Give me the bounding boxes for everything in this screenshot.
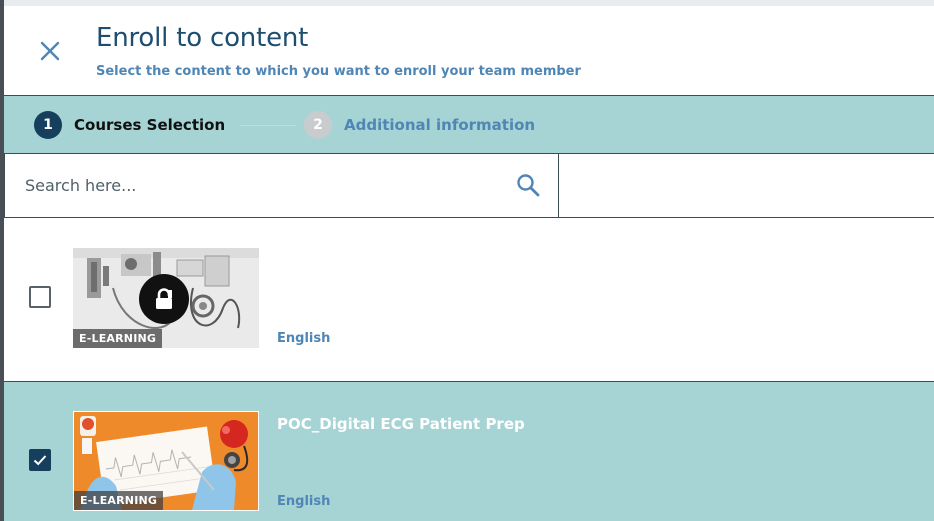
dialog-title: Enroll to content bbox=[96, 23, 309, 53]
checkmark-icon bbox=[33, 455, 47, 466]
dialog-subtitle: Select the content to which you want to … bbox=[96, 64, 581, 79]
course-thumbnail: E-LEARNING bbox=[73, 411, 259, 511]
course-row[interactable]: E-LEARNING POC_Digital ECG Patient Prep … bbox=[4, 382, 934, 521]
content-type-badge: E-LEARNING bbox=[73, 329, 163, 348]
close-icon bbox=[40, 41, 60, 61]
course-language: English bbox=[277, 494, 331, 509]
course-thumbnail: E-LEARNING bbox=[73, 248, 259, 348]
course-title[interactable]: POC_Digital ECG Patient Prep bbox=[277, 415, 525, 433]
step-connector bbox=[240, 125, 296, 126]
search-row bbox=[4, 154, 934, 218]
course-checkbox[interactable] bbox=[29, 449, 51, 471]
course-row[interactable]: E-LEARNING English bbox=[4, 218, 934, 382]
search-box bbox=[4, 154, 559, 217]
stepper: 1 Courses Selection 2 Additional informa… bbox=[4, 95, 934, 154]
content-type-badge: E-LEARNING bbox=[74, 491, 164, 510]
step-label: Additional information bbox=[344, 116, 536, 134]
lock-icon bbox=[156, 288, 172, 309]
search-input[interactable] bbox=[25, 172, 485, 198]
step-number: 1 bbox=[34, 111, 62, 139]
course-language: English bbox=[277, 331, 331, 346]
locked-indicator bbox=[139, 274, 189, 324]
step-courses-selection[interactable]: 1 Courses Selection bbox=[34, 111, 225, 139]
search-icon[interactable] bbox=[515, 172, 541, 198]
course-checkbox[interactable] bbox=[29, 286, 51, 308]
step-number: 2 bbox=[304, 111, 332, 139]
enroll-dialog: Enroll to content Select the content to … bbox=[4, 6, 934, 521]
close-button[interactable] bbox=[34, 35, 66, 67]
step-label: Courses Selection bbox=[74, 116, 226, 134]
step-additional-information[interactable]: 2 Additional information bbox=[304, 111, 535, 139]
dialog-header: Enroll to content Select the content to … bbox=[4, 6, 934, 95]
